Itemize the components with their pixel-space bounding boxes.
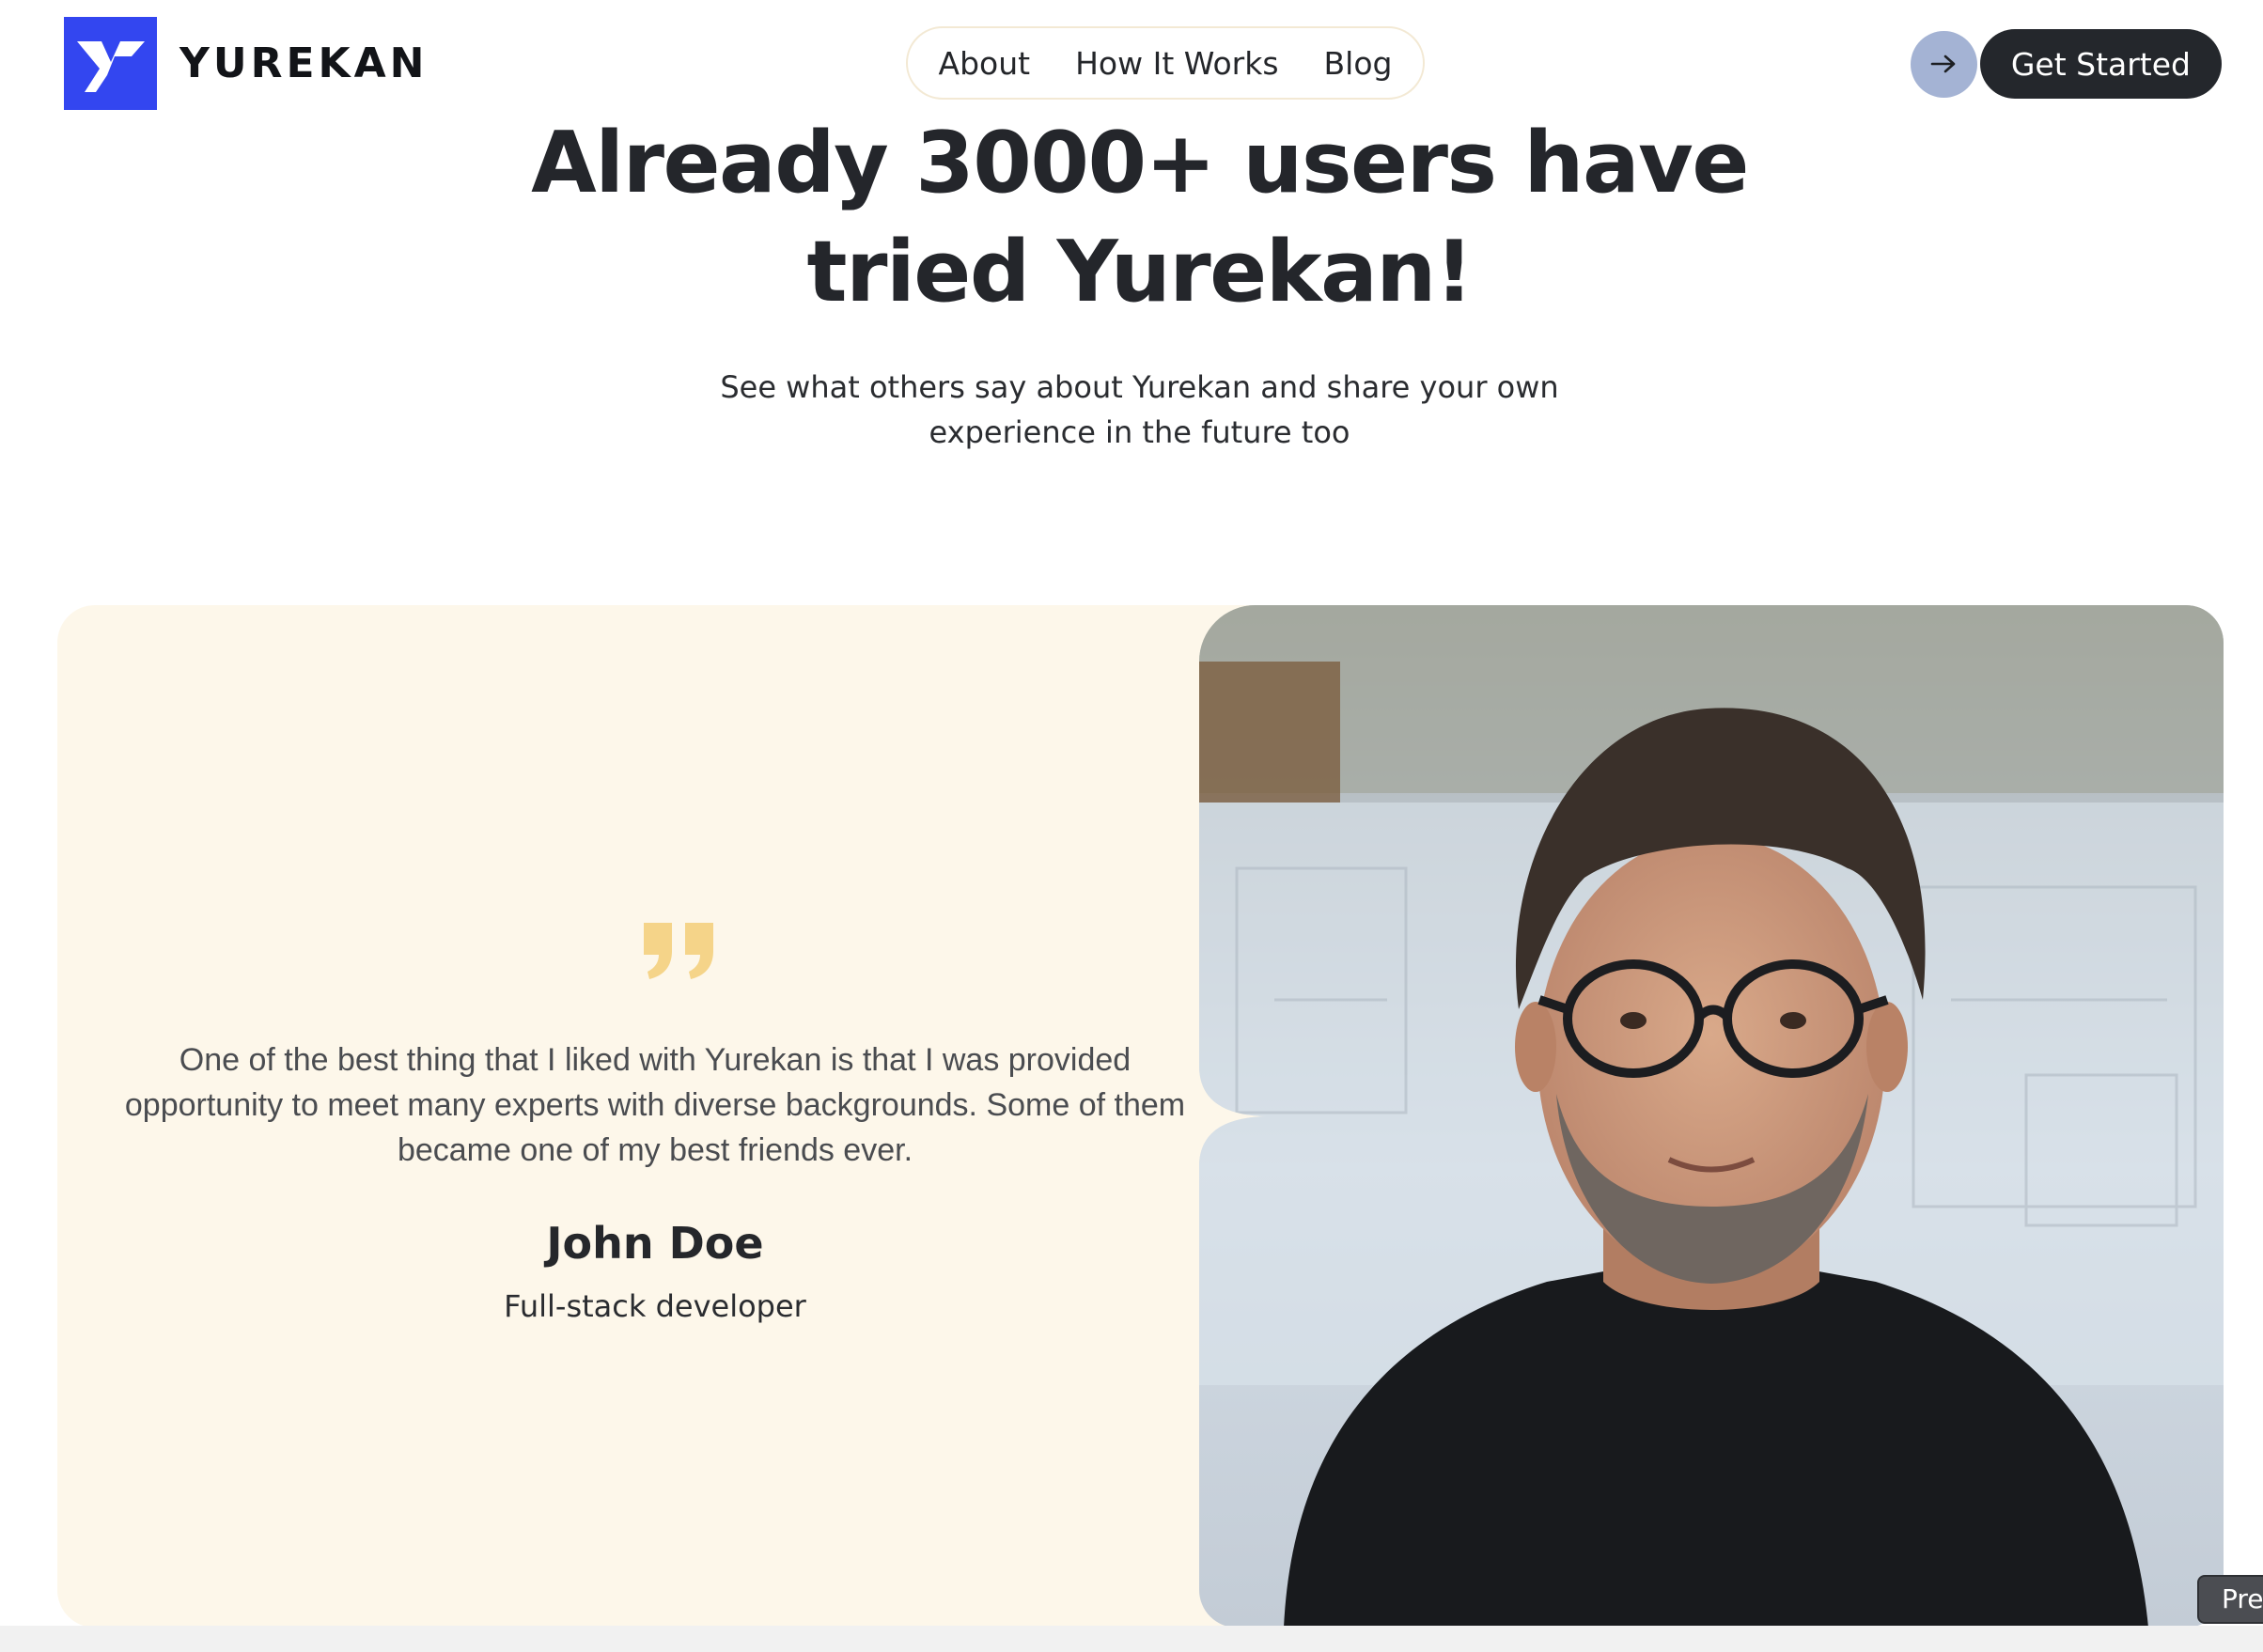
arrow-right-glyph — [1931, 55, 1956, 73]
header-cta: Get Started — [1910, 29, 2222, 99]
nav-how-it-works[interactable]: How It Works — [1075, 45, 1278, 82]
author-name: John Doe — [546, 1218, 764, 1269]
testimonial-quote: One of the best thing that I liked with … — [119, 1037, 1191, 1173]
preview-button[interactable]: Pre — [2197, 1575, 2263, 1624]
brand-logo[interactable]: YUREKAN — [64, 17, 429, 110]
subtitle-line-2: experience in the future too — [929, 414, 1350, 450]
get-started-button[interactable]: Get Started — [1979, 29, 2222, 99]
quote-line-1: One of the best thing that I liked with … — [179, 1042, 1132, 1078]
quote-line-3: became one of my best friends ever. — [397, 1132, 913, 1168]
main-nav: About How It Works Blog — [906, 26, 1425, 100]
quote-icon — [644, 923, 713, 979]
page-title: Already 3000+ users have tried Yurekan! — [414, 109, 1865, 327]
arrow-right-icon[interactable] — [1910, 30, 1977, 98]
title-line-1: Already 3000+ users have — [531, 114, 1749, 212]
quote-line-2: opportunity to meet many experts with di… — [124, 1087, 1186, 1123]
subtitle-line-1: See what others say about Yurekan and sh… — [720, 369, 1559, 405]
nav-blog[interactable]: Blog — [1324, 45, 1393, 82]
portrait-photo — [1199, 605, 2224, 1628]
nav-about[interactable]: About — [939, 45, 1031, 82]
author-role: Full-stack developer — [504, 1288, 806, 1324]
title-line-2: tried Yurekan! — [806, 223, 1474, 321]
y-logo-icon — [64, 17, 157, 110]
bottom-edge — [0, 1626, 2263, 1652]
page-subtitle: See what others say about Yurekan and sh… — [695, 365, 1584, 455]
testimonial-card: One of the best thing that I liked with … — [57, 605, 1284, 1628]
brand-name: YUREKAN — [179, 39, 429, 87]
